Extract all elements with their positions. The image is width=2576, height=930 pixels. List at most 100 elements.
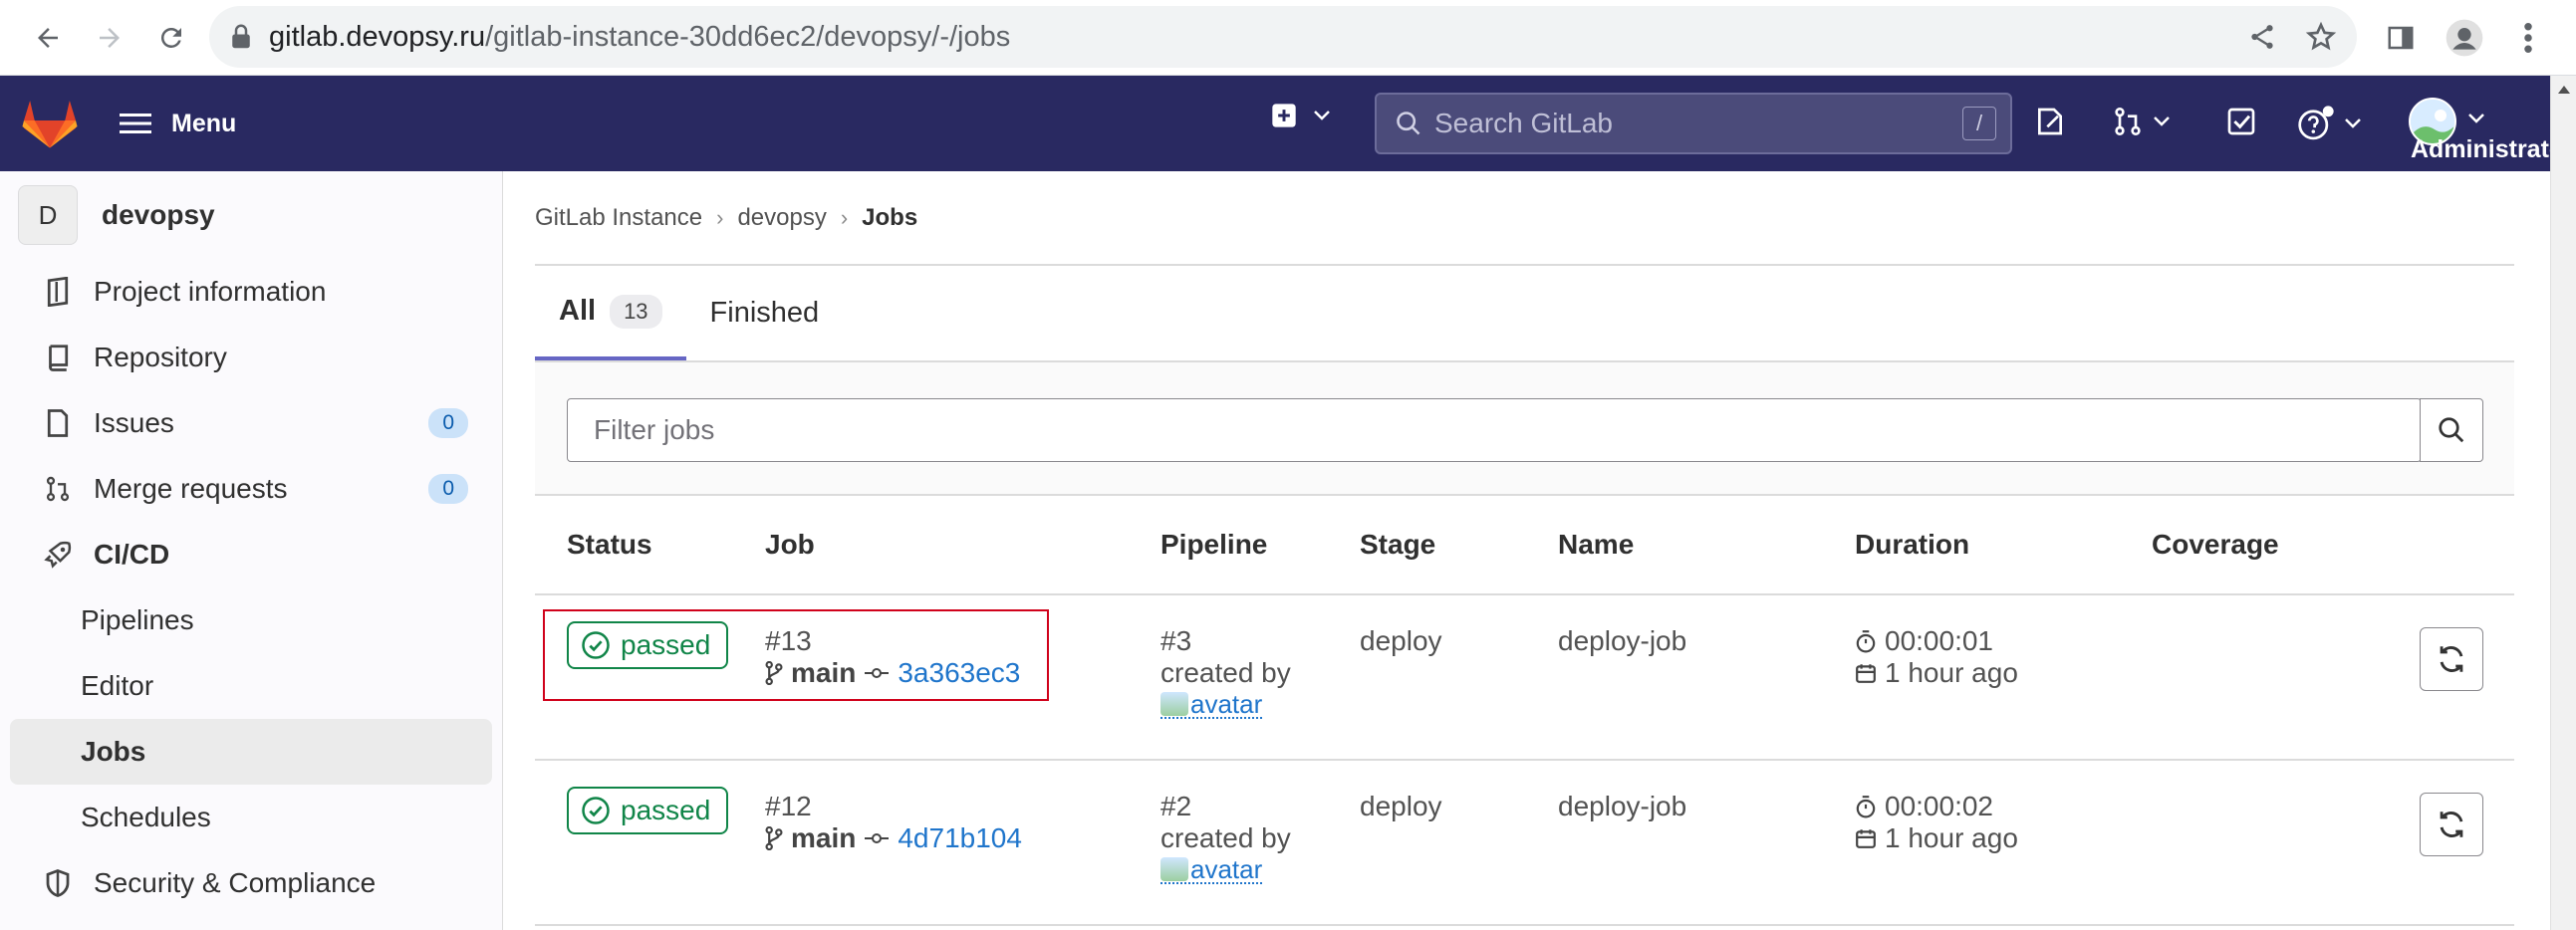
tab-label: Finished bbox=[709, 297, 820, 329]
breadcrumb-devopsy[interactable]: devopsy bbox=[737, 204, 826, 232]
issues-count-badge: 0 bbox=[428, 408, 468, 438]
sidebar-item-label: Jobs bbox=[81, 736, 146, 767]
lock-icon[interactable] bbox=[231, 24, 251, 50]
project-header[interactable]: D devopsy bbox=[0, 171, 502, 259]
job-name: deploy-job bbox=[1558, 791, 1687, 821]
kebab-menu-icon[interactable] bbox=[2500, 10, 2556, 66]
shield-icon bbox=[42, 868, 74, 898]
menu-button[interactable]: Menu bbox=[120, 76, 236, 171]
gitlab-logo-icon[interactable] bbox=[22, 98, 78, 149]
job-finished: 1 hour ago bbox=[1855, 657, 2018, 689]
timer-icon bbox=[1855, 629, 1877, 653]
sidebar-item-label: Repository bbox=[94, 342, 227, 372]
sidebar-item-repository[interactable]: Repository bbox=[10, 325, 492, 390]
pipeline-id-link[interactable]: #2 bbox=[1160, 791, 1191, 822]
sidebar-item-label: Issues bbox=[94, 407, 174, 438]
check-circle-icon bbox=[581, 796, 611, 825]
sidepanel-icon[interactable] bbox=[2373, 10, 2429, 66]
sidebar-item-label: Security & Compliance bbox=[94, 867, 377, 898]
retry-icon bbox=[2435, 642, 2468, 676]
sidebar-item-schedules[interactable]: Schedules bbox=[10, 785, 492, 850]
pipeline-user-avatar[interactable]: avatar bbox=[1160, 854, 1263, 884]
merge-request-icon bbox=[42, 474, 74, 504]
filter-search-button[interactable] bbox=[2420, 398, 2483, 462]
sidebar-item-issues[interactable]: Issues 0 bbox=[10, 390, 492, 456]
job-id-link[interactable]: #13 bbox=[765, 625, 812, 657]
commit-sha-link[interactable]: 3a363ec3 bbox=[898, 657, 1020, 689]
avatar-alt-text: avatar bbox=[1190, 854, 1263, 884]
new-dropdown[interactable] bbox=[1270, 102, 1332, 129]
chevron-right-icon: › bbox=[716, 204, 724, 230]
branch-icon bbox=[765, 661, 783, 685]
chevron-right-icon: › bbox=[840, 204, 849, 230]
sidebar-item-security-compliance[interactable]: Security & Compliance bbox=[10, 850, 492, 916]
todo-checkbox-icon[interactable] bbox=[2225, 106, 2257, 137]
url-host: gitlab.devopsy.ru bbox=[269, 20, 486, 53]
pipeline-id-link[interactable]: #3 bbox=[1160, 625, 1191, 657]
branch-link[interactable]: main bbox=[791, 657, 856, 689]
commit-icon bbox=[864, 665, 890, 681]
menu-label: Menu bbox=[171, 109, 237, 137]
retry-button[interactable] bbox=[2420, 627, 2483, 691]
back-icon[interactable] bbox=[20, 10, 76, 66]
avatar-alt-text: avatar bbox=[1190, 689, 1263, 719]
job-ref: main 4d71b104 bbox=[765, 822, 1022, 854]
sidebar-item-jobs[interactable]: Jobs bbox=[10, 719, 492, 785]
forward-icon[interactable] bbox=[82, 10, 137, 66]
hamburger-icon bbox=[120, 112, 151, 135]
address-bar[interactable]: gitlab.devopsy.ru/gitlab-instance-30dd6e… bbox=[209, 6, 2357, 68]
project-avatar: D bbox=[18, 185, 78, 245]
sidebar-nav: Project information Repository Issues 0 … bbox=[0, 259, 502, 916]
retry-button[interactable] bbox=[2420, 793, 2483, 856]
job-finished: 1 hour ago bbox=[1855, 822, 2018, 854]
column-header-coverage: Coverage bbox=[2152, 529, 2279, 560]
pipeline-user-avatar[interactable]: avatar bbox=[1160, 689, 1263, 719]
tab-all[interactable]: All 13 bbox=[535, 266, 686, 360]
sidebar-item-label: Editor bbox=[81, 670, 154, 701]
duration-value: 00:00:02 bbox=[1885, 791, 1993, 821]
status-badge-passed[interactable]: passed bbox=[567, 787, 729, 834]
filter-jobs-input[interactable] bbox=[567, 398, 2422, 462]
issue-edit-icon[interactable] bbox=[2034, 106, 2066, 137]
branch-link[interactable]: main bbox=[791, 822, 856, 854]
gitlab-topbar: Menu Search GitLab / Administrator bbox=[0, 76, 2574, 171]
breadcrumb-jobs[interactable]: Jobs bbox=[862, 204, 917, 232]
search-input[interactable]: Search GitLab / bbox=[1375, 93, 2012, 154]
sidebar-item-label: Pipelines bbox=[81, 604, 194, 635]
chevron-down-icon bbox=[1312, 109, 1332, 122]
profile-icon[interactable] bbox=[2437, 10, 2492, 66]
merge-requests-icon[interactable] bbox=[2112, 106, 2172, 137]
rocket-icon bbox=[42, 540, 74, 570]
filter-bar bbox=[535, 362, 2514, 496]
job-stage: deploy bbox=[1360, 791, 1442, 821]
column-header-duration: Duration bbox=[1855, 529, 1970, 560]
sidebar-item-pipelines[interactable]: Pipelines bbox=[10, 587, 492, 653]
scroll-up-icon[interactable] bbox=[2558, 86, 2570, 94]
avatar-image bbox=[1160, 692, 1188, 716]
user-chevron-icon[interactable] bbox=[2466, 112, 2486, 125]
job-id-link[interactable]: #12 bbox=[765, 791, 812, 822]
reload-icon[interactable] bbox=[143, 10, 199, 66]
share-icon[interactable] bbox=[2247, 22, 2277, 52]
tab-finished[interactable]: Finished bbox=[686, 266, 844, 360]
star-icon[interactable] bbox=[2305, 21, 2337, 53]
sidebar-item-label: Project information bbox=[94, 276, 327, 307]
table-header: Status Job Pipeline Stage Name Duration … bbox=[535, 496, 2514, 595]
page-scrollbar[interactable] bbox=[2550, 76, 2576, 930]
breadcrumb: GitLab Instance › devopsy › Jobs bbox=[535, 171, 2514, 266]
duration-value: 00:00:01 bbox=[1885, 625, 1993, 656]
sidebar-item-cicd[interactable]: CI/CD bbox=[10, 522, 492, 587]
retry-icon bbox=[2435, 808, 2468, 841]
plus-square-icon bbox=[1270, 102, 1298, 129]
job-tabs: All 13 Finished bbox=[535, 266, 2514, 362]
help-icon[interactable] bbox=[2297, 106, 2363, 141]
commit-sha-link[interactable]: 4d71b104 bbox=[898, 822, 1022, 854]
sidebar-item-editor[interactable]: Editor bbox=[10, 653, 492, 719]
sidebar-item-merge-requests[interactable]: Merge requests 0 bbox=[10, 456, 492, 522]
breadcrumb-gitlab-instance[interactable]: GitLab Instance bbox=[535, 204, 702, 232]
timer-icon bbox=[1855, 795, 1877, 818]
sidebar-item-project-information[interactable]: Project information bbox=[10, 259, 492, 325]
tab-count-badge: 13 bbox=[610, 294, 662, 329]
search-shortcut-key: / bbox=[1962, 107, 1996, 140]
job-stage: deploy bbox=[1360, 625, 1442, 656]
